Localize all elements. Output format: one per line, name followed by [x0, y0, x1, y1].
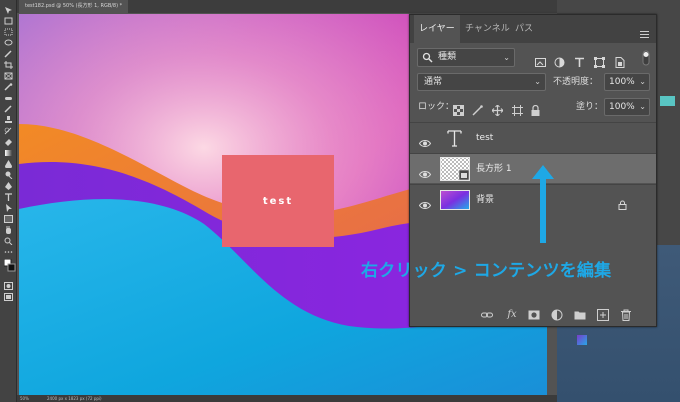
lock-transparent-pixels-icon[interactable] — [453, 101, 464, 116]
eyedropper-tool-icon[interactable] — [4, 83, 13, 91]
path-select-tool-icon[interactable] — [4, 204, 13, 212]
blur-tool-icon[interactable] — [4, 160, 13, 168]
layer-name: test — [476, 133, 494, 143]
lasso-tool-icon[interactable] — [4, 39, 13, 47]
zoom-tool-icon[interactable] — [4, 237, 13, 245]
adjustment-icon[interactable] — [551, 309, 563, 321]
chevron-down-icon: ⌄ — [503, 53, 510, 62]
opacity-field[interactable]: 100% ⌄ — [604, 73, 650, 91]
rectangle-layer-content: test — [222, 155, 334, 247]
opacity-value: 100% — [609, 77, 635, 87]
tab-channels[interactable]: チャンネル — [460, 15, 515, 43]
chevron-down-icon: ⌄ — [639, 102, 646, 111]
trash-icon[interactable] — [620, 309, 632, 321]
layer-locked-icon[interactable] — [618, 195, 627, 210]
fill-label: 塗り： — [576, 102, 604, 112]
text-layer-icon — [440, 126, 470, 150]
rectangle-tool-icon[interactable] — [4, 215, 13, 223]
chevron-down-icon: ⌄ — [639, 77, 646, 86]
smartobject-filter-icon[interactable] — [614, 53, 625, 68]
eraser-tool-icon[interactable] — [4, 138, 13, 146]
group-folder-icon[interactable] — [574, 309, 586, 321]
layer-name: 長方形 1 — [476, 164, 512, 174]
blend-row: 通常 ⌄ 不透明度： 100% ⌄ — [410, 72, 656, 92]
layer-name: 背景 — [476, 195, 495, 205]
type-filter-icon[interactable] — [574, 53, 585, 67]
shape-filter-icon[interactable] — [594, 53, 605, 68]
background-thumbnail — [440, 188, 470, 212]
filter-row: 種類 ⌄ — [410, 47, 656, 69]
gradient-tool-icon[interactable] — [4, 149, 13, 157]
quick-mask-icon[interactable] — [4, 282, 13, 290]
photoshop-window: test182.psd @ 50% (長方形 1, RGB/8) * test … — [0, 0, 680, 402]
smart-object-thumbnail — [440, 157, 470, 181]
hand-tool-icon[interactable] — [4, 226, 13, 234]
fx-icon[interactable]: fx — [506, 309, 518, 321]
more-tools-icon[interactable] — [4, 248, 13, 256]
type-tool-icon[interactable] — [4, 193, 13, 201]
tab-layers[interactable]: レイヤー — [414, 15, 460, 43]
blend-mode-select[interactable]: 通常 ⌄ — [417, 73, 546, 91]
brush-tool-icon[interactable] — [4, 105, 13, 113]
new-layer-icon[interactable] — [597, 309, 609, 321]
dock-color-swatch — [660, 96, 675, 106]
layers-panel-footer: fx — [410, 303, 656, 327]
frame-tool-icon[interactable] — [4, 72, 13, 80]
annotation-arrow — [532, 165, 554, 243]
annotation-callout: 右クリック > コンテンツを編集 — [361, 261, 612, 281]
filter-kind-label: 種類 — [438, 52, 457, 62]
pen-tool-icon[interactable] — [4, 182, 13, 190]
lock-image-pixels-icon[interactable] — [472, 101, 483, 116]
opacity-label: 不透明度： — [553, 77, 599, 87]
screen-mode-icon[interactable] — [4, 293, 13, 301]
pixel-filter-icon[interactable] — [535, 53, 546, 67]
fill-field[interactable]: 100% ⌄ — [604, 98, 650, 116]
tab-paths[interactable]: パス — [510, 15, 538, 43]
adjustment-filter-icon[interactable] — [554, 53, 565, 68]
color-swatches-icon[interactable] — [4, 259, 16, 272]
lock-position-icon[interactable] — [491, 101, 504, 117]
move-tool-icon[interactable] — [4, 6, 13, 14]
panel-menu-icon[interactable] — [640, 24, 649, 38]
visibility-eye-icon[interactable] — [418, 164, 432, 178]
chevron-down-icon: ⌄ — [534, 77, 541, 86]
lock-artboard-icon[interactable] — [512, 101, 523, 116]
fill-value: 100% — [609, 102, 635, 112]
rect-label: test — [262, 195, 294, 207]
dodge-tool-icon[interactable] — [4, 171, 13, 179]
quick-select-tool-icon[interactable] — [4, 50, 13, 58]
artboard-tool-icon[interactable] — [4, 17, 13, 25]
dock-mini-thumb — [577, 335, 587, 345]
search-icon — [422, 52, 433, 70]
blend-mode-value: 通常 — [424, 77, 443, 87]
marquee-tool-icon[interactable] — [4, 28, 13, 36]
tools-panel — [0, 0, 17, 402]
lock-label: ロック： — [418, 102, 455, 112]
crop-tool-icon[interactable] — [4, 61, 13, 69]
link-icon[interactable] — [481, 309, 493, 321]
dock-mini-layer-row — [563, 333, 673, 347]
healing-brush-tool-icon[interactable] — [4, 94, 13, 102]
mask-icon[interactable] — [528, 309, 540, 321]
visibility-eye-icon[interactable] — [418, 133, 432, 147]
document-tab[interactable]: test182.psd @ 50% (長方形 1, RGB/8) * — [19, 0, 129, 13]
lock-all-icon[interactable] — [530, 101, 541, 116]
status-bar: 50% 2400 px x 1823 px (72 ppi) — [17, 395, 557, 402]
filter-toggle-switch[interactable] — [642, 50, 650, 66]
filter-kind-select[interactable]: 種類 ⌄ — [417, 48, 515, 67]
zoom-level[interactable]: 50% — [20, 395, 29, 402]
document-size: 2400 px x 1823 px (72 ppi) — [47, 396, 102, 401]
visibility-eye-icon[interactable] — [418, 195, 432, 209]
stamp-tool-icon[interactable] — [4, 116, 13, 124]
panel-tab-bar: レイヤー チャンネル パス — [410, 15, 656, 43]
lock-row: ロック： 塗り： 100% ⌄ — [410, 97, 656, 117]
history-brush-tool-icon[interactable] — [4, 127, 13, 135]
layer-row-test[interactable]: test — [410, 122, 656, 152]
